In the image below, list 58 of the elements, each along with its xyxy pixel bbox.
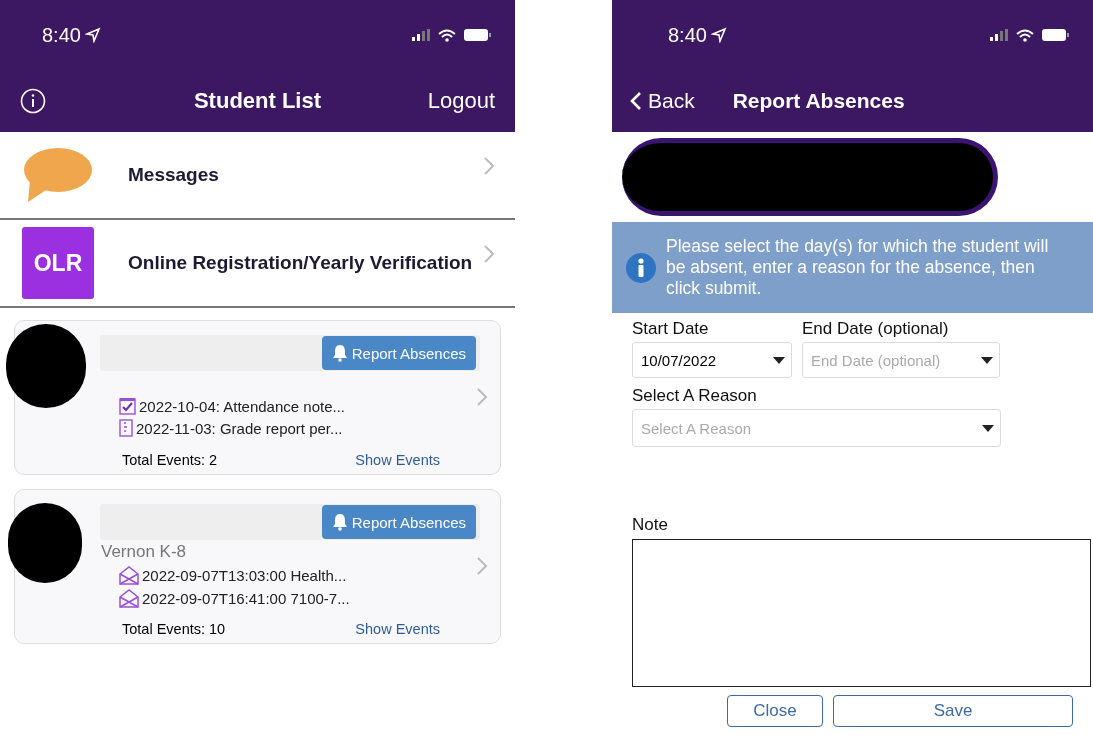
location-arrow-icon xyxy=(84,27,101,43)
nav-title: Report Absences xyxy=(732,89,905,113)
student-card[interactable]: Report Absences Vernon K-8 2022-09-07T13:03:00 Health... 2022-09-07T16:41:00 7100-7... Total Events: 10 Show Events xyxy=(14,489,501,644)
field-label: End Date (optional) xyxy=(802,319,950,339)
show-events-link[interactable]: Show Events xyxy=(355,621,440,637)
total-events: Total Events: 2 xyxy=(122,452,218,468)
back-button[interactable]: Back xyxy=(630,89,695,113)
chevron-icon xyxy=(476,556,488,576)
chevron-left-icon xyxy=(630,91,642,111)
field-label: Note xyxy=(632,515,669,535)
event-text: 2022-09-07T13:03:00 Health... xyxy=(142,567,347,584)
show-events-link[interactable]: Show Events xyxy=(355,452,440,468)
report-card-icon xyxy=(119,419,133,437)
speech-bubble-icon xyxy=(22,146,94,204)
location-arrow-icon xyxy=(710,27,727,43)
chevron-icon xyxy=(483,156,495,176)
menu-label: Messages xyxy=(128,164,219,186)
wifi-icon xyxy=(438,28,456,42)
event-text: 2022-11-03: Grade report per... xyxy=(136,419,343,437)
form-button[interactable]: Save xyxy=(833,695,1073,727)
app-badge: OLR xyxy=(22,227,94,299)
envelope-icon xyxy=(119,566,139,585)
note-field[interactable] xyxy=(632,539,1091,687)
signal-icon xyxy=(412,29,430,41)
info-text: Please select the day(s) for which the student will be absent, enter a reason for the absence, then click submit. xyxy=(666,236,1050,299)
status-time: 8:40 xyxy=(668,23,707,47)
total-events: Total Events: 10 xyxy=(122,621,226,637)
info-icon xyxy=(20,88,46,114)
calendar-check-icon xyxy=(119,397,136,415)
logout-button[interactable]: Logout xyxy=(427,88,495,114)
battery-icon xyxy=(464,29,491,41)
wifi-icon xyxy=(1016,28,1034,42)
student-card[interactable]: Report Absences 2022-10-04: Attendance note... 2022-11-03: Grade report per... Total Events: 2 Show Events xyxy=(14,320,501,475)
school-name: Vernon K-8 xyxy=(101,542,187,562)
chevron-icon xyxy=(483,244,495,264)
signal-icon xyxy=(990,29,1008,41)
report-absences-button[interactable]: Report Absences xyxy=(321,505,476,539)
bell-icon xyxy=(331,513,348,531)
nav-title: Student List xyxy=(193,88,322,114)
menu-label: Online Registration/Yearly Verification xyxy=(128,252,473,274)
report-absences-button[interactable]: Report Absences xyxy=(321,336,476,370)
menu-row[interactable]: OLR Online Registration/Yearly Verification xyxy=(0,220,515,308)
bell-icon xyxy=(331,344,348,362)
caret-icon xyxy=(982,424,994,432)
chevron-icon xyxy=(476,387,488,407)
battery-icon xyxy=(1042,29,1069,41)
status-time: 8:40 xyxy=(42,23,81,47)
caret-icon xyxy=(773,356,785,364)
form-button[interactable]: Close xyxy=(727,695,823,727)
menu-row[interactable]: Messages xyxy=(0,132,515,220)
caret-icon xyxy=(981,356,993,364)
field-label: Select A Reason xyxy=(632,386,758,406)
event-text: 2022-09-07T16:41:00 7100-7... xyxy=(142,590,350,607)
field-label: Start Date xyxy=(632,319,710,339)
start-date-field[interactable]: 10/07/2022 xyxy=(632,342,792,378)
event-text: 2022-10-04: Attendance note... xyxy=(139,397,345,415)
info-icon xyxy=(626,252,656,283)
envelope-icon xyxy=(119,589,139,608)
